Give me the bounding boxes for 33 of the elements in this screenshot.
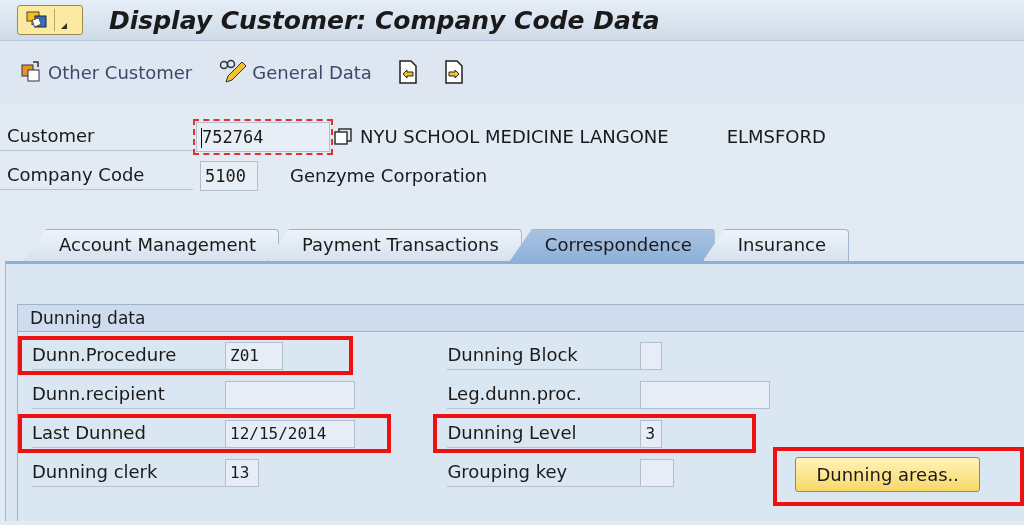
tab[interactable]: Payment Transactions [267,229,522,261]
tab[interactable]: Correspondence [509,229,715,261]
menu-icon [26,10,48,30]
caret-icon [61,23,67,29]
toolbar-button[interactable]: General Data [218,59,372,85]
company-name: Genzyme Corporation [290,165,488,186]
copy-icon[interactable] [334,127,352,146]
input-field[interactable] [640,341,663,370]
input-field[interactable] [225,380,355,409]
group-title: Dunning data [18,304,1024,332]
customer-field[interactable]: 752764 [196,121,330,152]
tab[interactable]: Insurance [702,229,850,261]
next-page-icon [443,60,464,84]
previous-page-icon [397,60,418,84]
toolbar-button[interactable]: Other Customer [20,60,193,84]
dunning-areas-button[interactable]: Dunning areas.. [795,457,980,492]
field-label: Company Code [0,161,193,190]
input-field[interactable] [640,458,675,487]
company-code-field[interactable]: 5100 [200,160,258,191]
customer-name: NYU SCHOOL MEDICINE LANGONE [360,126,669,147]
field-label: Customer [0,122,193,151]
customer-city: ELMSFORD [726,126,826,147]
input-field[interactable]: 3 [640,419,663,448]
tab[interactable]: Account Management [24,229,279,261]
window-title: Display Customer: Company Code Data [109,5,660,35]
previous-page-button[interactable] [397,60,418,84]
menu-button[interactable] [17,5,83,35]
input-field[interactable]: 12/15/2014 [225,419,355,448]
input-field[interactable]: Z01 [225,341,283,370]
input-field[interactable]: 13 [225,458,259,487]
glasses-pencil-icon [218,59,249,85]
next-page-button[interactable] [443,60,464,84]
input-field[interactable] [640,380,771,409]
